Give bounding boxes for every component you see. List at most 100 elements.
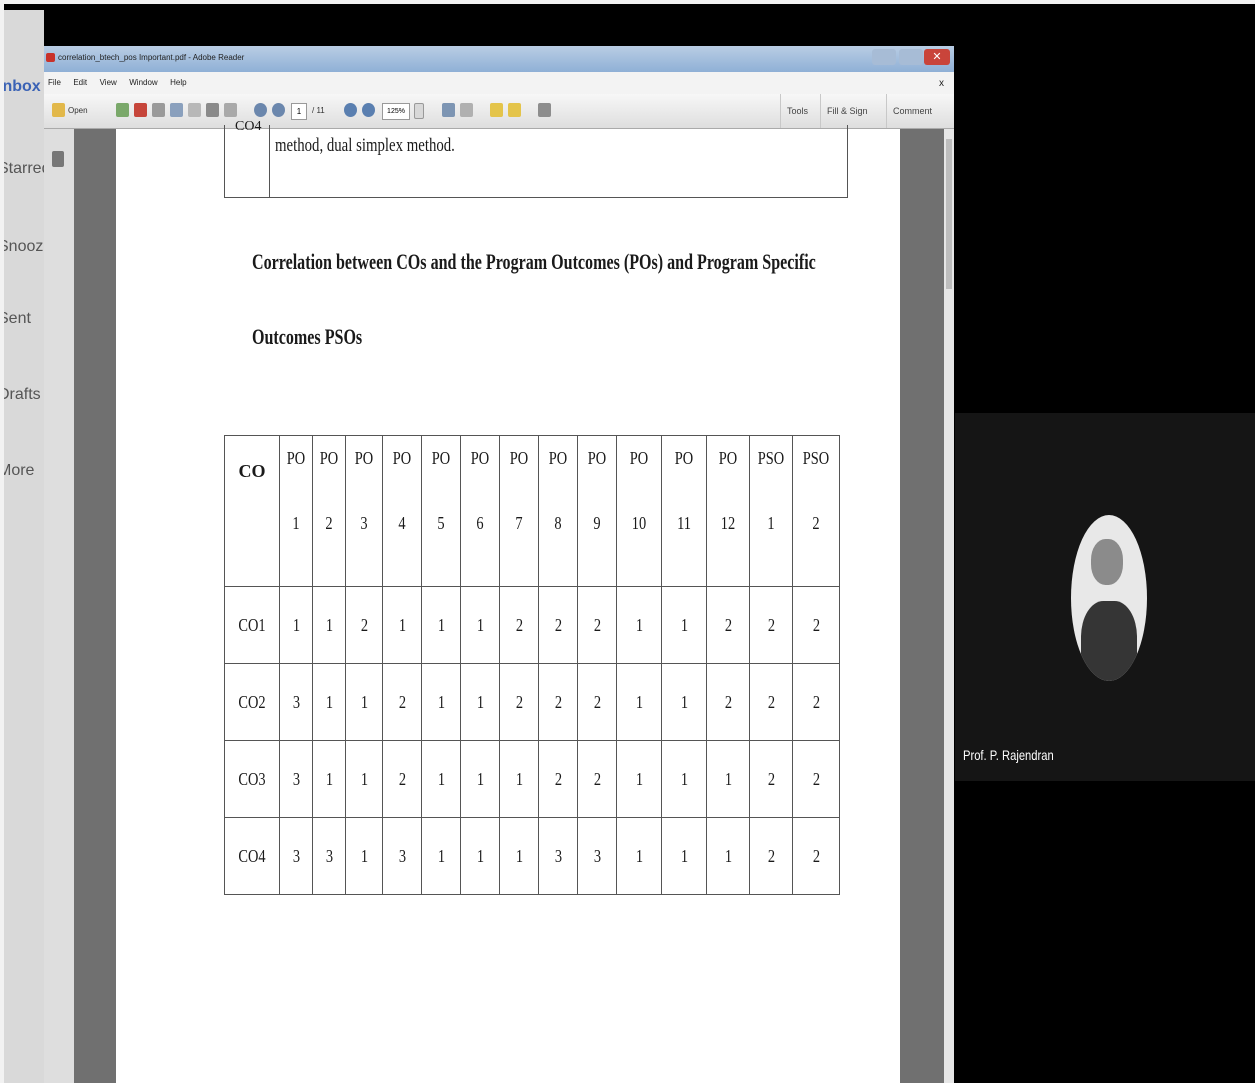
navigation-pane — [44, 129, 74, 1083]
table-header-row: CO PO 1 PO 2 PO 3 PO 4 PO 5 PO 6 PO 7 PO 8 PO 9 P… — [224, 435, 840, 587]
table-cell: 1 — [616, 740, 662, 818]
save-icon[interactable] — [188, 103, 201, 117]
header-cell: PSO 1 — [749, 435, 793, 587]
header-cell: PSO 2 — [792, 435, 840, 587]
highlight-icon[interactable] — [508, 103, 521, 117]
row-co-label: CO4 — [224, 817, 280, 895]
open-button[interactable]: Open — [68, 103, 88, 119]
comment-button[interactable]: Comment — [886, 94, 938, 128]
header-cell: PO 11 — [661, 435, 707, 587]
menu-view[interactable]: View — [100, 78, 117, 87]
table-cell: 2 — [382, 663, 422, 741]
table-cell: 1 — [279, 586, 313, 664]
table-cell: 3 — [312, 817, 346, 895]
window-title: correlation_btech_pos Important.pdf - Ad… — [58, 53, 245, 62]
zoom-in-icon[interactable] — [362, 103, 375, 117]
table-cell: 2 — [749, 817, 793, 895]
attachment-icon[interactable] — [52, 151, 64, 167]
table-cell: 1 — [312, 740, 346, 818]
mail-nav-inbox[interactable]: Inbox — [4, 78, 41, 96]
table-cell: 3 — [382, 817, 422, 895]
participant-video-tile: Prof. P. Rajendran — [955, 413, 1255, 781]
table-cell: 1 — [460, 586, 500, 664]
menu-edit[interactable]: Edit — [73, 78, 87, 87]
zoom-out-icon[interactable] — [344, 103, 357, 117]
avatar-face — [1091, 539, 1123, 585]
header-cell: PO 7 — [499, 435, 539, 587]
header-cell: PO 1 — [279, 435, 313, 587]
menu-window[interactable]: Window — [129, 78, 157, 87]
table-cell: 2 — [345, 586, 383, 664]
mail-nav-sent[interactable]: Sent — [4, 310, 31, 328]
table-cell: 2 — [577, 586, 617, 664]
pdf-reader-window: correlation_btech_pos Important.pdf - Ad… — [44, 46, 954, 1083]
section-heading: Correlation between COs and the Program … — [252, 249, 816, 274]
table-cell: 2 — [499, 663, 539, 741]
mail-nav-drafts[interactable]: Drafts — [4, 386, 41, 404]
table-row: CO4 3 3 1 3 1 1 1 3 3 1 1 1 2 2 — [224, 817, 840, 895]
acrobat-icon[interactable] — [134, 103, 147, 117]
create-pdf-icon[interactable] — [116, 103, 129, 117]
scrollbar-thumb[interactable] — [946, 139, 952, 289]
table-cell: 1 — [661, 586, 707, 664]
table-cell: 2 — [792, 663, 840, 741]
row-co-label: CO3 — [224, 740, 280, 818]
sign-icon[interactable] — [538, 103, 551, 117]
table-cell: 1 — [312, 663, 346, 741]
background-mail-app: Inbox Starred Snoozed Sent Drafts More — [4, 10, 44, 1083]
header-cell-co: CO — [224, 435, 280, 587]
page-number-input[interactable]: 1 — [291, 103, 307, 120]
zoom-dropdown-icon[interactable] — [414, 103, 424, 119]
table-cell: 1 — [345, 817, 383, 895]
table-cell: 1 — [661, 663, 707, 741]
fit-page-icon[interactable] — [442, 103, 455, 117]
mail-nav-starred[interactable]: Starred — [4, 160, 44, 178]
email-icon[interactable] — [224, 103, 237, 117]
menu-close-icon[interactable]: x — [939, 78, 944, 89]
table-cell: 3 — [538, 817, 578, 895]
previous-page-icon[interactable] — [254, 103, 267, 117]
table-cell: 2 — [749, 663, 793, 741]
table-cell: 1 — [706, 817, 750, 895]
zoom-level-select[interactable]: 125% — [382, 103, 410, 120]
minimize-button[interactable] — [872, 49, 896, 65]
participant-avatar — [1071, 515, 1147, 681]
table-cell: 3 — [279, 663, 313, 741]
table-cell: 1 — [421, 740, 461, 818]
table-cell: 2 — [499, 586, 539, 664]
next-page-icon[interactable] — [272, 103, 285, 117]
table-cell: 2 — [792, 586, 840, 664]
table-cell: 1 — [460, 817, 500, 895]
header-cell: PO 12 — [706, 435, 750, 587]
close-button[interactable]: ✕ — [924, 49, 950, 65]
header-cell: PO 9 — [577, 435, 617, 587]
mail-nav-more[interactable]: More — [4, 462, 34, 480]
table-cell: 1 — [706, 740, 750, 818]
table-cell: 1 — [460, 663, 500, 741]
table-cell: 1 — [460, 740, 500, 818]
tools-button[interactable]: Tools — [780, 94, 814, 128]
maximize-button[interactable] — [899, 49, 923, 65]
edit-icon[interactable] — [152, 103, 165, 117]
table-row: CO1 1 1 2 1 1 1 2 2 2 1 1 2 2 2 — [224, 586, 840, 664]
vertical-scrollbar[interactable] — [944, 129, 954, 1083]
mail-nav-snoozed[interactable]: Snoozed — [4, 238, 44, 256]
fit-width-icon[interactable] — [460, 103, 473, 117]
previous-table-row: CO4 method, dual simplex method. — [224, 119, 848, 198]
menu-file[interactable]: File — [48, 78, 61, 87]
comment-note-icon[interactable] — [490, 103, 503, 117]
table-cell: 1 — [421, 817, 461, 895]
fill-sign-button[interactable]: Fill & Sign — [820, 94, 874, 128]
menu-help[interactable]: Help — [170, 78, 186, 87]
participant-name: Prof. P. Rajendran — [963, 747, 1054, 763]
window-titlebar[interactable]: correlation_btech_pos Important.pdf - Ad… — [44, 46, 954, 72]
print-icon[interactable] — [206, 103, 219, 117]
document-viewport[interactable]: CO4 method, dual simplex method. Correla… — [74, 119, 944, 1083]
table-cell: 1 — [499, 817, 539, 895]
table-cell: 2 — [382, 740, 422, 818]
previous-row-co: CO4 — [235, 119, 262, 134]
header-cell: PO 5 — [421, 435, 461, 587]
adobe-reader-icon — [46, 53, 55, 62]
upload-icon[interactable] — [170, 103, 183, 117]
open-folder-icon[interactable] — [52, 103, 65, 117]
